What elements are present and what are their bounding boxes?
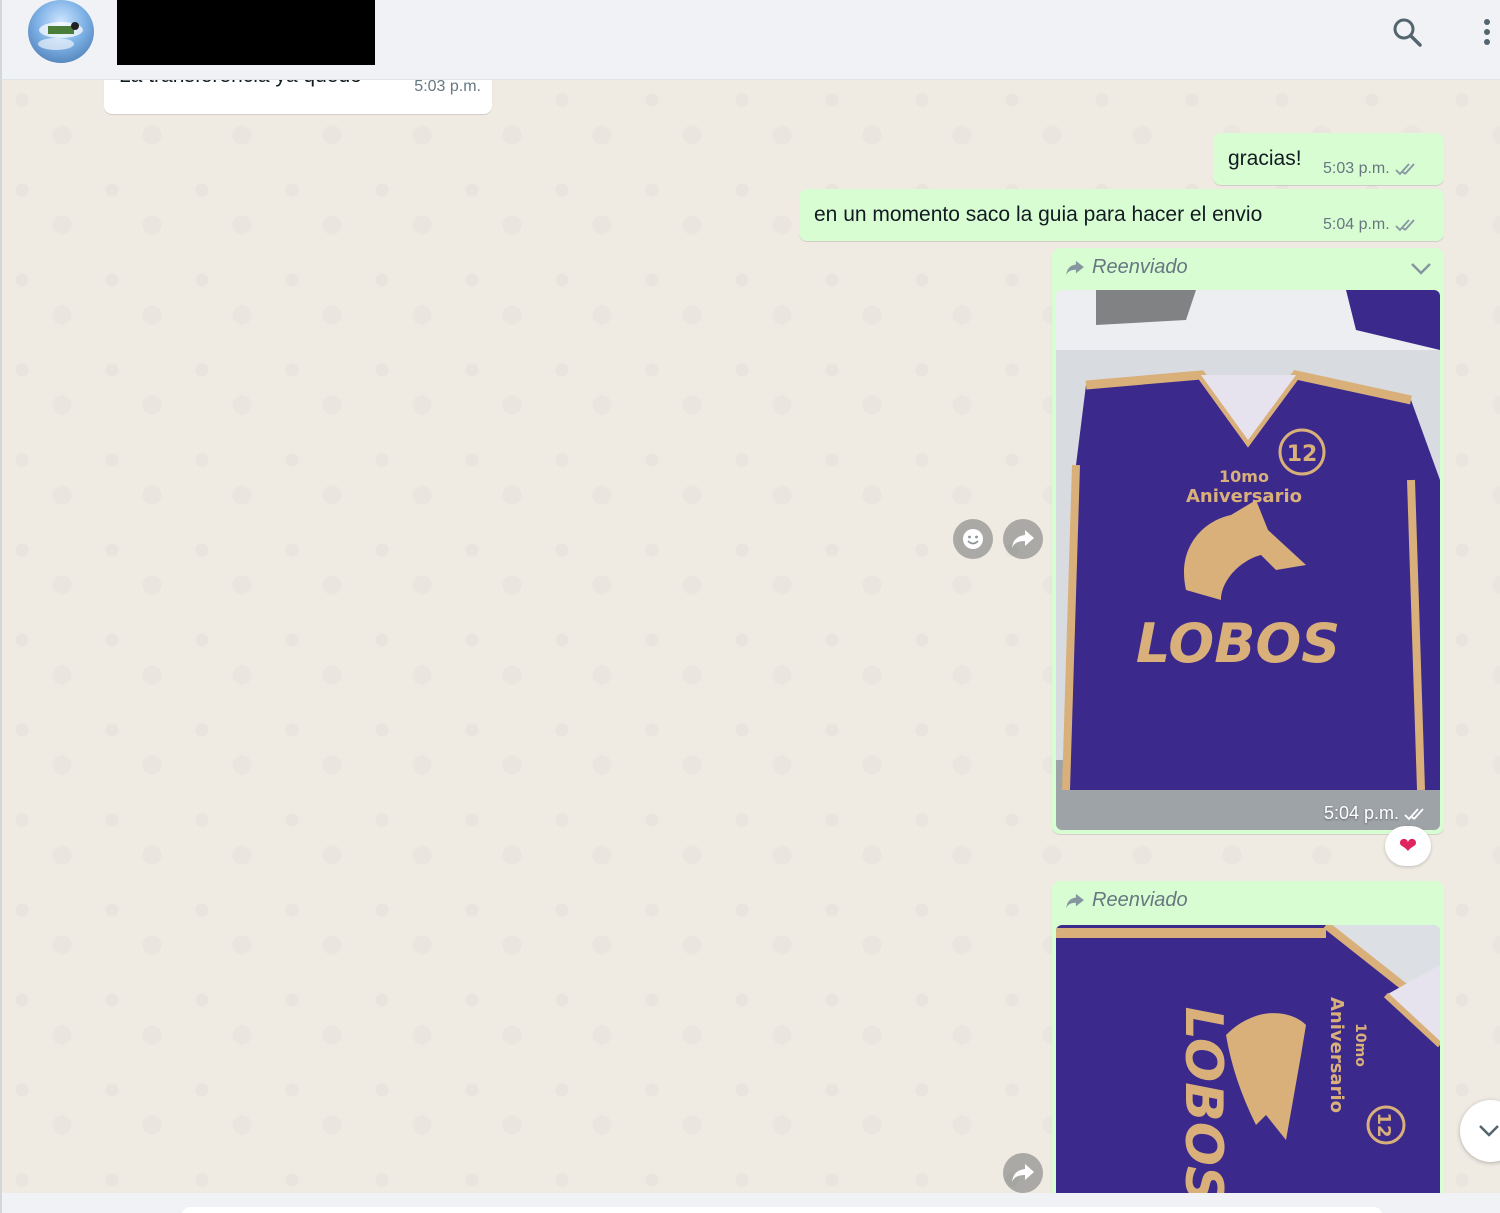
forward-button[interactable] xyxy=(1003,519,1043,559)
emoji-icon xyxy=(963,529,983,549)
jersey-image: 12 10mo Aniversario LOBOS xyxy=(1056,925,1440,1193)
forwarded-label: Reenviado xyxy=(1064,256,1188,279)
contact-avatar[interactable] xyxy=(28,0,94,63)
chat-header xyxy=(0,0,1500,80)
forward-icon xyxy=(1012,530,1034,548)
message-meta: 5:03 p.m. xyxy=(1323,160,1421,178)
jersey-line1: 10mo xyxy=(1352,1023,1368,1067)
jersey-photo[interactable]: 12 10mo Aniversario LOBOS 5:04 p.m. xyxy=(1056,290,1440,830)
forwarded-image-message[interactable]: Reenviado 12 10mo Aniversario LOBOS xyxy=(1052,881,1444,1193)
photo-meta: 5:04 p.m. xyxy=(1324,803,1430,824)
jersey-badge: 12 xyxy=(1373,1112,1394,1137)
more-vertical-icon xyxy=(1484,19,1490,45)
forward-button[interactable] xyxy=(1003,1153,1043,1193)
message-text: gracias! xyxy=(1228,147,1302,170)
jersey-image: 12 10mo Aniversario LOBOS xyxy=(1056,290,1440,830)
jersey-team: LOBOS xyxy=(1173,1007,1233,1193)
jersey-photo[interactable]: 12 10mo Aniversario LOBOS xyxy=(1056,925,1440,1193)
compose-bar xyxy=(0,1193,1500,1213)
message-input[interactable] xyxy=(182,1207,1382,1213)
heart-reaction[interactable]: ❤ xyxy=(1385,826,1431,866)
chevron-down-icon xyxy=(1479,1125,1499,1137)
jersey-team: LOBOS xyxy=(1136,612,1340,675)
message-time: 5:03 p.m. xyxy=(1323,160,1390,177)
forwarded-image-message[interactable]: Reenviado 12 10mo Aniversario LOBOS 5:04… xyxy=(1052,248,1444,834)
scroll-to-bottom-button[interactable] xyxy=(1460,1100,1500,1162)
double-check-icon xyxy=(1404,807,1424,820)
message-text: en un momento saco la guia para hacer el… xyxy=(814,203,1263,226)
search-icon xyxy=(1393,18,1422,47)
outgoing-message[interactable]: en un momento saco la guia para hacer el… xyxy=(799,189,1444,241)
jersey-line2: Aniversario xyxy=(1186,486,1302,507)
message-time: 5:03 p.m. xyxy=(414,80,481,95)
menu-button[interactable] xyxy=(1467,12,1500,52)
heart-icon: ❤ xyxy=(1398,833,1418,858)
incoming-message[interactable]: La transferencia ya quedó 5:03 p.m. xyxy=(104,80,492,114)
forward-icon xyxy=(1012,1164,1034,1182)
message-time: 5:04 p.m. xyxy=(1323,216,1390,233)
contact-name-redacted xyxy=(117,0,375,65)
chat-panel[interactable]: La transferencia ya quedó 5:03 p.m. grac… xyxy=(0,80,1500,1193)
forwarded-icon xyxy=(1066,893,1084,908)
search-button[interactable] xyxy=(1387,12,1427,52)
outgoing-message[interactable]: gracias! 5:03 p.m. xyxy=(1213,133,1444,185)
jersey-line2: Aniversario xyxy=(1326,997,1347,1113)
forwarded-label: Reenviado xyxy=(1064,889,1188,912)
react-button[interactable] xyxy=(953,519,993,559)
jersey-line1: 10mo xyxy=(1219,467,1269,486)
forwarded-icon xyxy=(1066,260,1084,275)
chevron-down-icon[interactable] xyxy=(1410,262,1432,276)
message-meta: 5:04 p.m. xyxy=(1323,216,1421,234)
message-time: 5:04 p.m. xyxy=(1323,803,1399,823)
double-check-icon xyxy=(1395,163,1415,176)
double-check-icon xyxy=(1395,219,1415,232)
jersey-badge: 12 xyxy=(1287,442,1318,467)
message-text: La transferencia ya quedó xyxy=(119,80,362,88)
